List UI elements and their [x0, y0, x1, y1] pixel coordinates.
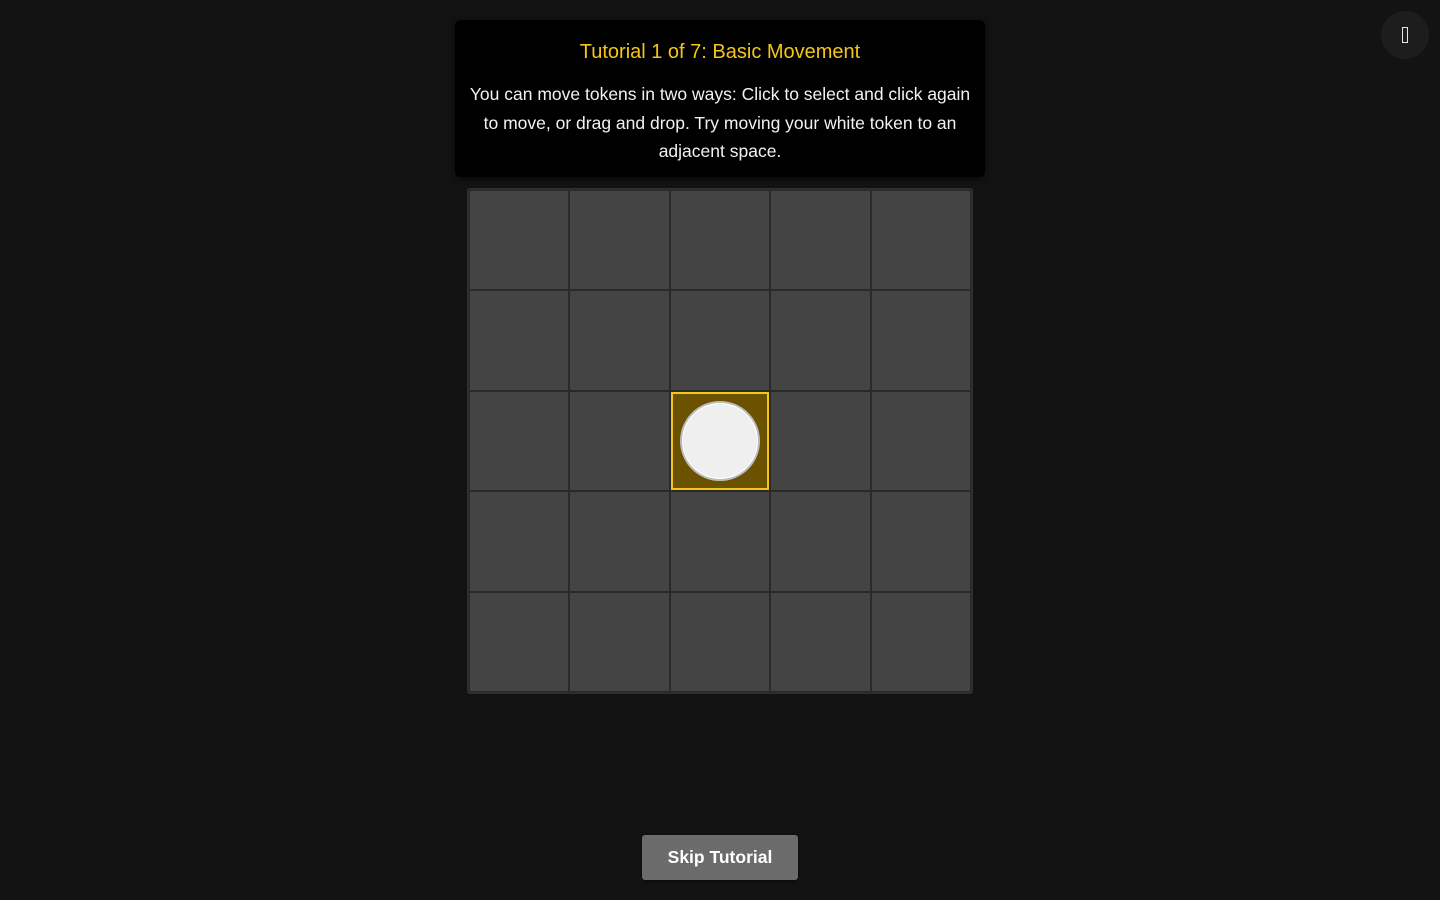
board-cell-r2-c2[interactable] [570, 291, 669, 390]
game-board [467, 188, 973, 694]
board-cell-r5-c2[interactable] [570, 592, 669, 691]
menu-button[interactable] [1381, 11, 1429, 59]
board-cell-r4-c4[interactable] [771, 492, 870, 591]
white-token[interactable] [679, 400, 760, 481]
board-cell-r5-c1[interactable] [470, 592, 569, 691]
tutorial-text: You can move tokens in two ways: Click t… [469, 84, 971, 161]
skip-tutorial-button[interactable]: Skip Tutorial [642, 835, 798, 880]
board-cell-r2-c4[interactable] [771, 291, 870, 390]
board-cell-r2-c5[interactable] [871, 291, 970, 390]
board-cell-r3-c2[interactable] [570, 391, 669, 491]
board-cell-r4-c1[interactable] [470, 492, 569, 591]
board-cell-r1-c5[interactable] [871, 191, 970, 290]
tutorial-heading: Tutorial 1 of 7: Basic Movement [579, 41, 861, 63]
board-cell-r5-c5[interactable] [871, 592, 970, 691]
board-cell-r3-c4[interactable] [771, 391, 870, 491]
board-cell-r4-c5[interactable] [871, 492, 970, 591]
board-cell-r1-c4[interactable] [771, 191, 870, 290]
tutorial-panel: Tutorial 1 of 7: Basic Movement You can … [455, 20, 985, 177]
board-cell-r1-c1[interactable] [470, 191, 569, 290]
board-cell-r3-c3[interactable] [670, 391, 770, 491]
board-cell-r2-c3[interactable] [670, 291, 770, 390]
board-cell-r3-c1[interactable] [470, 391, 569, 491]
game-page: Pressure Tutorial 1 of 7: Basic Movement… [0, 0, 1440, 900]
box-glyph-icon [1402, 27, 1408, 43]
board-cell-r2-c1[interactable] [470, 291, 569, 390]
board-cell-r5-c4[interactable] [771, 592, 870, 691]
board-cell-r1-c2[interactable] [570, 191, 669, 290]
board-cell-r4-c2[interactable] [570, 492, 669, 591]
board-cell-r5-c3[interactable] [670, 592, 770, 691]
board-cell-r4-c3[interactable] [670, 492, 770, 591]
board-cell-r3-c5[interactable] [871, 391, 970, 491]
board-cell-r1-c3[interactable] [670, 191, 770, 290]
